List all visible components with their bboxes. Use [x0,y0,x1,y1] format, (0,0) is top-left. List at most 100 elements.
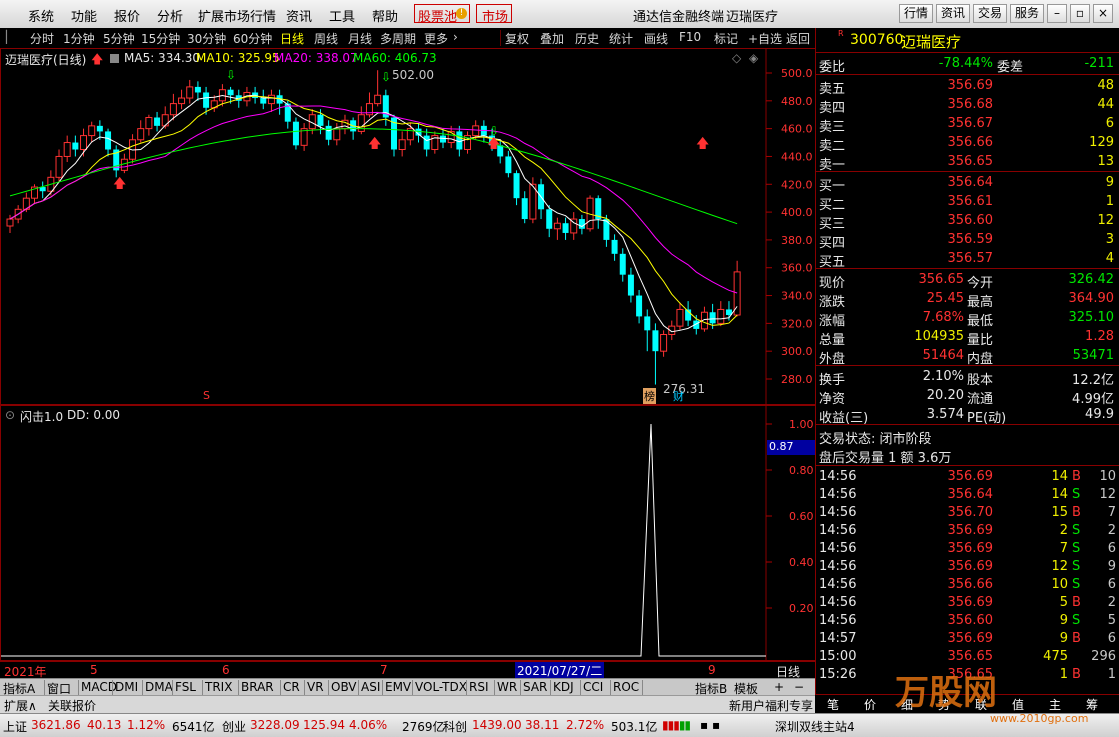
tick-row[interactable]: 14:56 356.69 12 S 9 [816,558,1119,576]
history-button[interactable]: 历史 [575,30,599,47]
quote-tab[interactable]: 筹 [1086,696,1098,713]
tick-row[interactable]: 14:56 356.69 2 S 2 [816,522,1119,540]
stat-row[interactable]: 涨跌 25.45 最高 364.90 [816,290,1119,310]
tick-row[interactable]: 14:57 356.69 9 B 6 [816,630,1119,648]
news-button[interactable]: 资讯 [936,4,970,23]
indicator-tab[interactable]: FSL [175,680,196,694]
indicator-tab[interactable]: TRIX [205,680,232,694]
stat-row[interactable]: 涨幅 7.68% 最低 325.10 [816,309,1119,329]
menu-system[interactable]: 系统 [28,6,54,25]
quote-tab[interactable]: 值 [1012,696,1024,713]
collapse-icon[interactable]: ⊙ [5,408,15,422]
stat-row[interactable]: 换手 2.10% 股本 12.2亿 [816,368,1119,388]
tab-15min[interactable]: 15分钟 [141,30,180,47]
indicator-tab[interactable]: ROC [613,680,639,694]
indicator-chart[interactable]: 1.00 0.80 0.60 0.40 0.20 [1,406,815,660]
statistics-button[interactable]: 统计 [609,30,633,47]
menu-analysis[interactable]: 分析 [157,6,183,25]
bid-row[interactable]: 买五 356.57 4 [816,250,1119,270]
indicator-tab[interactable]: VOL-TDX [415,680,467,694]
ask-row[interactable]: 卖四 356.68 44 [816,96,1119,116]
stat-row[interactable]: 现价 356.65 今开 326.42 [816,271,1119,291]
tick-row[interactable]: 14:56 356.69 14 B 10 [816,468,1119,486]
tab-daily[interactable]: 日线 [280,30,304,47]
ask-row[interactable]: 卖五 356.69 48 [816,77,1119,97]
remove-tab-icon[interactable]: − [794,680,804,694]
tab-1min[interactable]: 1分钟 [63,30,95,47]
quote-tab[interactable]: 主 [1049,696,1061,713]
quote-button[interactable]: 行情 [899,4,933,23]
tab-intraday[interactable]: 分时 [30,30,54,47]
indicator-tab[interactable]: ASI [361,680,380,694]
tick-row[interactable]: 14:56 356.69 5 B 2 [816,594,1119,612]
indicator-tab[interactable]: OBV [331,680,357,694]
indicator-tab[interactable]: SAR [523,680,547,694]
more-chevron-icon[interactable]: › [453,30,458,44]
finance-badge[interactable]: 财 [673,388,684,404]
tab-60min[interactable]: 60分钟 [233,30,272,47]
bid-row[interactable]: 买三 356.60 12 [816,212,1119,232]
tick-row[interactable]: 14:56 356.64 14 S 12 [816,486,1119,504]
indicator-tab[interactable]: RSI [469,680,489,694]
server-name[interactable]: 深圳双线主站4 [775,718,855,735]
quote-tab[interactable]: 笔 [827,696,839,713]
mark-button[interactable]: 标记 [714,30,738,47]
kline-chart[interactable]: 500.0 480.0 460.0 440.0 420.0 400.0 380.0 360.0… [1,49,815,404]
diamond-icon[interactable]: ◇ [732,51,741,65]
menu-quote[interactable]: 报价 [114,6,140,25]
tab-multi-period[interactable]: 多周期 [380,30,416,47]
indicator-tab[interactable]: WR [497,680,517,694]
bid-row[interactable]: 买二 356.61 1 [816,193,1119,213]
indicator-tab[interactable]: VR [307,680,324,694]
expand-diamond-icon[interactable]: ◈ [749,51,758,65]
indicator-tab[interactable]: CR [283,680,300,694]
market-box[interactable]: 市场 [476,4,512,25]
trade-button[interactable]: 交易 [973,4,1007,23]
overlay-button[interactable]: 叠加 [540,30,564,47]
tick-row[interactable]: 14:56 356.70 15 B 7 [816,504,1119,522]
tick-row[interactable]: 14:56 356.66 10 S 6 [816,576,1119,594]
stat-row[interactable]: 外盘 51464 内盘 53471 [816,347,1119,367]
draw-line-button[interactable]: 画线 [644,30,668,47]
indicator-tab[interactable]: DMA [145,680,173,694]
tab-monthly[interactable]: 月线 [348,30,372,47]
stat-row[interactable]: 净资 20.20 流通 4.99亿 [816,387,1119,407]
menu-extended-market[interactable]: 扩展市场行情 [198,6,276,25]
bid-row[interactable]: 买四 356.59 3 [816,231,1119,251]
menu-tools[interactable]: 工具 [329,6,355,25]
stock-pool-box[interactable]: 股票池 ! [414,4,470,25]
tab-more[interactable]: 更多 [424,30,448,47]
ask-row[interactable]: 卖三 356.67 6 [816,115,1119,135]
add-watchlist-button[interactable]: +自选 [748,30,782,47]
tick-row[interactable]: 14:56 356.60 9 S 5 [816,612,1119,630]
quote-tab[interactable]: 价 [864,696,876,713]
menu-news[interactable]: 资讯 [286,6,312,25]
tick-row[interactable]: 14:56 356.69 7 S 6 [816,540,1119,558]
indicator-tab[interactable]: CCI [583,680,603,694]
minimize-button[interactable]: – [1047,4,1067,23]
bid-row[interactable]: 买一 356.64 9 [816,174,1119,194]
tab-5min[interactable]: 5分钟 [103,30,135,47]
tab-weekly[interactable]: 周线 [314,30,338,47]
ask-row[interactable]: 卖二 356.66 129 [816,134,1119,154]
indicator-tab[interactable]: DMI [115,680,138,694]
stat-row[interactable]: 总量 104935 量比 1.28 [816,328,1119,348]
back-button[interactable]: 返回 [786,30,810,47]
settings-box-icon[interactable] [110,54,119,63]
adjust-button[interactable]: 复权 [505,30,529,47]
indicator-tab[interactable]: KDJ [553,680,574,694]
menu-help[interactable]: 帮助 [372,6,398,25]
ask-row[interactable]: 卖一 356.65 13 [816,153,1119,173]
indicator-tab[interactable]: BRAR [241,680,274,694]
stat-row[interactable]: 收益(三) 3.574 PE(动) 49.9 [816,406,1119,426]
service-button[interactable]: 服务 [1010,4,1044,23]
close-button[interactable]: × [1093,4,1113,23]
restore-button[interactable]: ▫ [1070,4,1090,23]
f10-button[interactable]: F10 [679,30,701,44]
linked-quote-button[interactable]: 关联报价 [48,697,96,714]
promo-link[interactable]: 新用户福利专享 [729,697,813,714]
tick-row[interactable]: 15:00 356.65 475 296 [816,648,1119,666]
add-tab-icon[interactable]: + [774,680,784,694]
expand-button[interactable]: 扩展∧ [4,697,37,714]
rank-badge[interactable]: 榜 [643,388,656,404]
